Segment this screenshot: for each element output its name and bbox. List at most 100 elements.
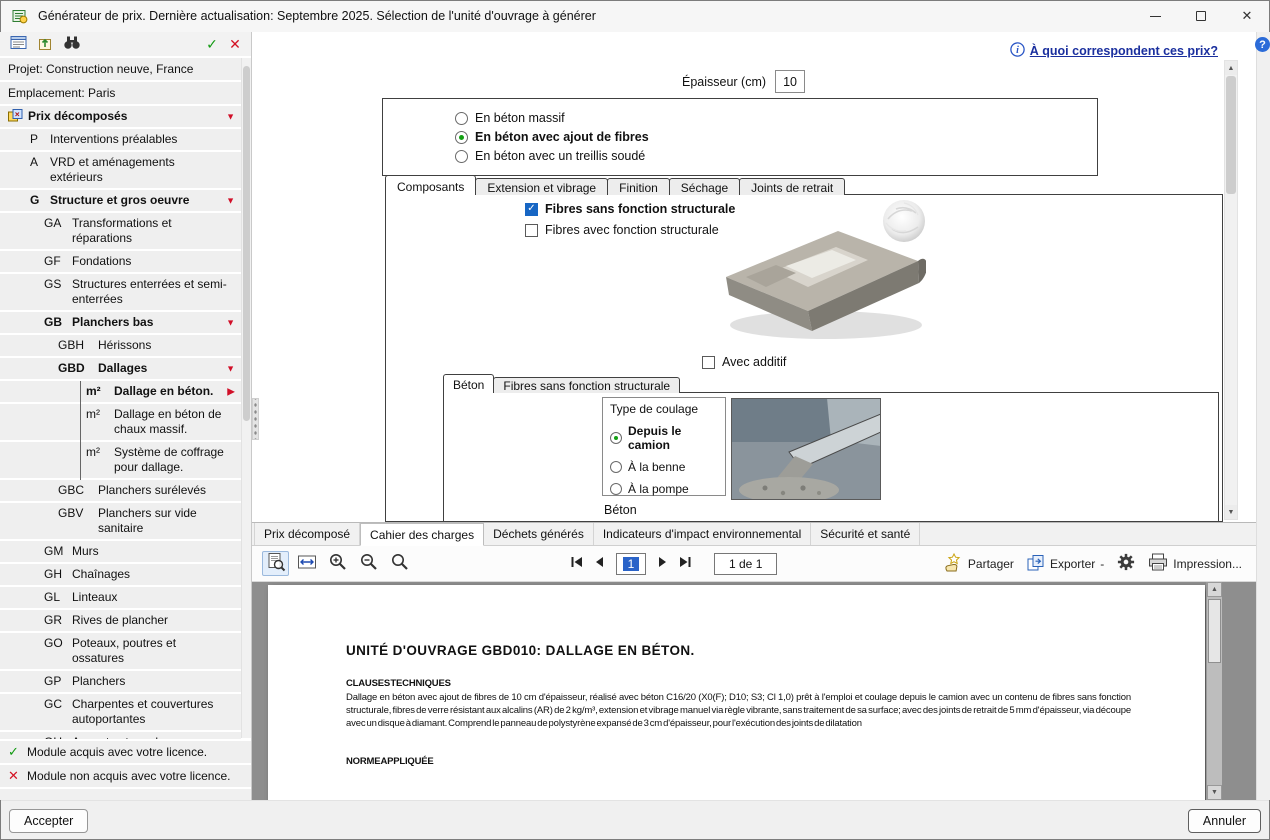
- checkbox-fibres-avec-fonction-structurale[interactable]: Fibres avec fonction structurale: [525, 223, 735, 237]
- tree-item-gs-structures-enterrees-et-semi-enterrees[interactable]: GS Structures enterrées et semi-enterrées: [0, 274, 241, 312]
- tab-joints-de-retrait[interactable]: Joints de retrait: [739, 178, 846, 195]
- zoom-in-button[interactable]: [324, 551, 351, 576]
- document-scrollbar-thumb[interactable]: [1208, 599, 1221, 663]
- results-tab-prix-decompose[interactable]: Prix décomposé: [254, 523, 361, 545]
- fibers-photo: [878, 195, 930, 252]
- tree-item-code: G: [30, 193, 40, 207]
- editor-scrollbar[interactable]: ▲ ▼: [1224, 60, 1238, 520]
- tree-item-gm-murs[interactable]: GM Murs: [0, 541, 241, 564]
- sidebar-scrollbar-thumb[interactable]: [243, 66, 250, 421]
- help-button[interactable]: ?: [1255, 37, 1270, 52]
- subtab-beton[interactable]: Béton: [443, 374, 495, 393]
- results-tab-dechets-generes[interactable]: Déchets générés: [484, 523, 594, 545]
- subtab-fibres-sans-fonction-structurale[interactable]: Fibres sans fonction structurale: [493, 377, 681, 393]
- thickness-label: Épaisseur (cm): [682, 74, 767, 89]
- tree-item-prix-decomposes[interactable]: Prix décomposés ▼: [0, 106, 241, 129]
- tree-item-label: Structures enterrées et semi-enterrées: [72, 277, 227, 306]
- tree-item-go-poteaux-poutres-et-ossatures[interactable]: GO Poteaux, poutres et ossatures: [0, 633, 241, 671]
- radio-depuis-le-camion[interactable]: Depuis le camion: [610, 424, 725, 452]
- prev-page-button[interactable]: [590, 554, 610, 574]
- print-button[interactable]: Impression...: [1148, 553, 1242, 574]
- list-view-button[interactable]: [8, 35, 28, 54]
- cancel-button[interactable]: Annuler: [1187, 808, 1261, 833]
- doc-scroll-down-icon[interactable]: ▼: [1207, 785, 1222, 800]
- tree-item-m-dallage-en-beton-de-chaux-massif[interactable]: m² Dallage en béton de chaux massif.: [0, 404, 241, 442]
- search-button[interactable]: [62, 35, 82, 54]
- tree-item-gf-fondations[interactable]: GF Fondations: [0, 251, 241, 274]
- tree-item-gl-linteaux[interactable]: GL Linteaux: [0, 587, 241, 610]
- first-page-button[interactable]: [567, 554, 587, 574]
- tree-item-gh-chainages[interactable]: GH Chaînages: [0, 564, 241, 587]
- tab-composants[interactable]: Composants: [385, 175, 477, 195]
- accept-button[interactable]: Accepter: [9, 808, 89, 833]
- next-page-button[interactable]: [652, 554, 672, 574]
- thickness-field: Épaisseur (cm) 10: [682, 70, 806, 93]
- scroll-down-icon[interactable]: ▼: [1225, 505, 1237, 519]
- radio-label: À la pompe: [628, 482, 689, 496]
- sidebar-scrollbar[interactable]: [241, 58, 251, 738]
- tree-item-ga-transformations-et-reparations[interactable]: GA Transformations et réparations: [0, 213, 241, 251]
- doc-scroll-up-icon[interactable]: ▲: [1207, 582, 1222, 597]
- tree-item-m-dallage-en-beton[interactable]: m² Dallage en béton. ▶: [0, 381, 241, 404]
- maximize-button[interactable]: [1178, 0, 1224, 32]
- tree-item-gr-rives-de-plancher[interactable]: GR Rives de plancher: [0, 610, 241, 633]
- tree-item-g-structure-et-gros-oeuvre[interactable]: G Structure et gros oeuvre ▼: [0, 190, 241, 213]
- zoom-reset-button[interactable]: [386, 551, 413, 576]
- tree-item-label: Prix décomposés: [28, 109, 128, 123]
- radio-en-beton-avec-un-treillis-soude[interactable]: En béton avec un treillis soudé: [455, 149, 1097, 163]
- results-tab-indicateurs-d-impact-environnemental[interactable]: Indicateurs d'impact environnemental: [594, 523, 812, 545]
- cancel-mark-icon[interactable]: ✕: [227, 36, 243, 53]
- tree-item-label: Hérissons: [98, 338, 152, 352]
- tree-item-gbv-planchers-sur-vide-sanitaire[interactable]: GBV Planchers sur vide sanitaire: [0, 503, 241, 541]
- zoom-out-button[interactable]: [355, 551, 382, 576]
- radio-a-la-benne[interactable]: À la benne: [610, 460, 725, 474]
- tree-item-label: Rives de plancher: [72, 613, 169, 627]
- tab-extension-et-vibrage[interactable]: Extension et vibrage: [475, 178, 609, 195]
- editor-scrollbar-thumb[interactable]: [1226, 76, 1236, 194]
- document-page: UNITÉ D'OUVRAGE GBD010: DALLAGE EN BÉTON…: [268, 585, 1205, 800]
- share-button[interactable]: Partager: [943, 552, 1014, 575]
- tree-item-p-interventions-prealables[interactable]: P Interventions préalables: [0, 129, 241, 152]
- last-page-button[interactable]: [675, 554, 695, 574]
- additive-checkbox-row[interactable]: Avec additif: [702, 355, 786, 369]
- upload-button[interactable]: [35, 35, 55, 54]
- additive-checkbox[interactable]: [702, 355, 715, 369]
- prices-help-link[interactable]: i À quoi correspondent ces prix?: [1010, 42, 1218, 60]
- tree-item-m-systeme-de-coffrage-pour-dallage[interactable]: m² Système de coffrage pour dallage.: [0, 442, 241, 480]
- tree-item-gbh-herissons[interactable]: GBH Hérissons: [0, 335, 241, 358]
- radio-en-beton-avec-ajout-de-fibres[interactable]: En béton avec ajout de fibres: [455, 130, 1097, 144]
- gear-icon: [1117, 553, 1135, 574]
- panel-splitter-handle[interactable]: [252, 398, 259, 440]
- tree-item-gbd-dallages[interactable]: GBD Dallages ▼: [0, 358, 241, 381]
- results-tab-securite-et-sante[interactable]: Sécurité et santé: [811, 523, 921, 545]
- scroll-up-icon[interactable]: ▲: [1225, 61, 1237, 75]
- export-button[interactable]: Exporter -: [1027, 554, 1104, 574]
- tab-sechage[interactable]: Séchage: [668, 178, 741, 195]
- tab-finition[interactable]: Finition: [607, 178, 670, 195]
- tree-item-gu-auvents-et-porches[interactable]: GU Auvents et porches: [0, 732, 241, 739]
- fit-width-icon: [297, 552, 317, 575]
- print-preview-button[interactable]: [262, 551, 289, 576]
- results-tab-cahier-des-charges[interactable]: Cahier des charges: [360, 523, 485, 546]
- accept-mark-icon[interactable]: ✓: [204, 36, 220, 53]
- tree-item-a-vrd-et-amenagements-exterieurs[interactable]: A VRD et aménagements extérieurs: [0, 152, 241, 190]
- tree-item-code: P: [30, 132, 39, 146]
- settings-button[interactable]: [1117, 553, 1135, 574]
- thickness-input[interactable]: 10: [775, 70, 806, 93]
- share-label: Partager: [967, 556, 1014, 571]
- radio-en-beton-massif[interactable]: En béton massif: [455, 111, 1097, 125]
- tree-item-label: Murs: [72, 544, 99, 558]
- tree-item-gb-planchers-bas[interactable]: GB Planchers bas ▼: [0, 312, 241, 335]
- checkbox-fibres-sans-fonction-structurale[interactable]: ✓ Fibres sans fonction structurale: [525, 202, 735, 216]
- minimize-button[interactable]: [1132, 0, 1178, 32]
- fit-width-button[interactable]: [293, 551, 320, 576]
- close-button[interactable]: ✕: [1224, 0, 1270, 32]
- page-number-input[interactable]: 1: [616, 552, 646, 575]
- document-scrollbar[interactable]: ▲ ▼: [1206, 582, 1222, 800]
- tree-item-gc-charpentes-et-couvertures-autoportantes[interactable]: GC Charpentes et couvertures autoportante…: [0, 694, 241, 732]
- radio-a-la-pompe[interactable]: À la pompe: [610, 482, 725, 496]
- tree-item-gp-planchers[interactable]: GP Planchers: [0, 671, 241, 694]
- expanded-arrow-icon: ▼: [226, 195, 235, 205]
- check-icon: ✓: [8, 743, 19, 759]
- tree-item-gbc-planchers-sureleves[interactable]: GBC Planchers surélevés: [0, 480, 241, 503]
